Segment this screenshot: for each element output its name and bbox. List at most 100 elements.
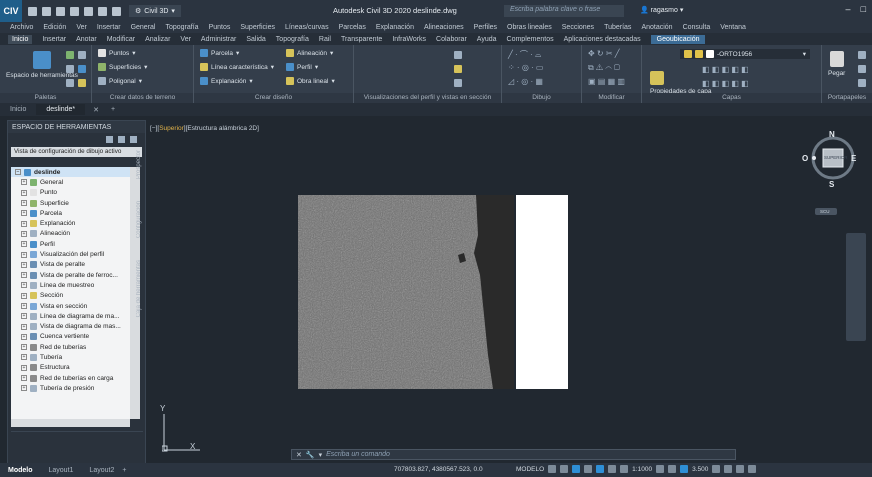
annotation-scale[interactable]: 1:1000 bbox=[632, 466, 652, 473]
expand-icon[interactable]: + bbox=[21, 179, 27, 186]
profile-button[interactable]: Perfil ▾ bbox=[286, 63, 318, 71]
menu-item[interactable]: Obras lineales bbox=[507, 24, 552, 31]
expand-icon[interactable]: + bbox=[21, 323, 27, 330]
new-icon[interactable] bbox=[28, 6, 37, 16]
undo-icon[interactable] bbox=[98, 6, 107, 16]
ribbon-tab[interactable]: Rail bbox=[319, 36, 331, 43]
ribbon-tab[interactable]: Complementos bbox=[507, 36, 554, 43]
grid-icon[interactable] bbox=[548, 465, 557, 473]
superficies-button[interactable]: Superficies ▾ bbox=[98, 63, 147, 71]
app-menu-button[interactable]: CIV bbox=[0, 0, 22, 22]
paste-button[interactable]: Pegar bbox=[828, 51, 845, 77]
fullscreen-icon[interactable] bbox=[736, 465, 745, 473]
menu-item[interactable]: Perfiles bbox=[474, 24, 497, 31]
tree-item[interactable]: + Cuenca vertiente bbox=[11, 332, 130, 342]
layer-tools-row[interactable]: ◧ ◧ ◧ ◧ ◧ bbox=[702, 79, 749, 88]
cut-icon[interactable] bbox=[858, 65, 866, 73]
command-input[interactable]: Escriba un comando bbox=[326, 451, 390, 458]
menu-item[interactable]: Anotación bbox=[641, 24, 672, 31]
close-icon[interactable]: ✕ bbox=[296, 451, 302, 459]
ribbon-tab[interactable]: Analizar bbox=[145, 36, 170, 43]
viewport-controls[interactable]: [−][Superior][Estructura alámbrica 2D] bbox=[150, 125, 259, 132]
tree-item[interactable]: + Visualización del perfil bbox=[11, 249, 130, 259]
menu-item[interactable]: Consulta bbox=[683, 24, 711, 31]
section-view-icon[interactable] bbox=[454, 65, 462, 73]
feature-line-button[interactable]: Línea característica ▾ bbox=[200, 63, 274, 71]
ribbon-tab[interactable]: Ayuda bbox=[477, 36, 497, 43]
draw-tools-row[interactable]: ⁘ · ◎ · ▭ bbox=[508, 63, 543, 72]
navigation-bar[interactable] bbox=[846, 233, 866, 341]
tree-item[interactable]: + Perfil bbox=[11, 239, 130, 249]
ribbon-tab[interactable]: Inicio bbox=[8, 34, 33, 44]
expand-icon[interactable]: + bbox=[21, 241, 27, 248]
menu-item[interactable]: Tuberías bbox=[604, 24, 631, 31]
palette-icon[interactable] bbox=[66, 65, 74, 73]
tree-root[interactable]: − deslinde bbox=[11, 167, 130, 178]
alignment-button[interactable]: Alineación ▾ bbox=[286, 49, 333, 57]
ribbon-tab[interactable]: Aplicaciones destacadas bbox=[564, 36, 641, 43]
menu-item[interactable]: Archivo bbox=[10, 24, 33, 31]
minimize-icon[interactable]: – bbox=[846, 4, 851, 14]
expand-icon[interactable]: + bbox=[21, 251, 27, 258]
viewcube[interactable]: N S E O SUPERIOR bbox=[802, 130, 858, 190]
compass-west[interactable]: O bbox=[802, 154, 808, 163]
expand-icon[interactable]: + bbox=[21, 364, 27, 371]
tree-item[interactable]: + Explanación bbox=[11, 218, 130, 228]
expand-icon[interactable]: + bbox=[21, 385, 27, 392]
menu-item[interactable]: Superficies bbox=[240, 24, 275, 31]
tree-item[interactable]: + Vista de peralte bbox=[11, 260, 130, 270]
tree-item[interactable]: + Sección bbox=[11, 291, 130, 301]
print-icon[interactable] bbox=[84, 6, 93, 16]
snap-icon[interactable] bbox=[560, 465, 569, 473]
layer-tools-row[interactable]: ◧ ◧ ◧ ◧ ◧ bbox=[702, 65, 749, 74]
tree-item[interactable]: + Vista de diagrama de mas... bbox=[11, 321, 130, 331]
expand-icon[interactable]: + bbox=[21, 292, 27, 299]
poligonal-button[interactable]: Poligonal ▾ bbox=[98, 77, 142, 85]
restore-icon[interactable]: □ bbox=[861, 4, 866, 14]
tree-item[interactable]: + Superficie bbox=[11, 198, 130, 208]
ribbon-tab[interactable]: Topografía bbox=[276, 36, 309, 43]
ortho-icon[interactable] bbox=[572, 465, 581, 473]
command-line[interactable]: ✕ 🔧 ▾ Escriba un comando bbox=[291, 449, 736, 460]
plus-icon[interactable] bbox=[668, 465, 677, 473]
ribbon-tab[interactable]: Colaborar bbox=[436, 36, 467, 43]
add-layout-icon[interactable]: + bbox=[122, 467, 126, 474]
expand-icon[interactable]: + bbox=[21, 333, 27, 340]
ribbon-tab[interactable]: Geoubicación bbox=[650, 34, 706, 44]
menu-item[interactable]: General bbox=[131, 24, 156, 31]
expand-icon[interactable]: + bbox=[21, 375, 27, 382]
workspace-selector[interactable]: ⚙ Civil 3D ▾ bbox=[129, 5, 181, 17]
menu-item[interactable]: Edición bbox=[43, 24, 66, 31]
expand-icon[interactable]: + bbox=[21, 282, 27, 289]
polar-icon[interactable] bbox=[584, 465, 593, 473]
grid-icon[interactable] bbox=[118, 135, 125, 143]
menu-item[interactable]: Insertar bbox=[97, 24, 121, 31]
palette-icon[interactable] bbox=[78, 65, 86, 73]
save-icon[interactable] bbox=[56, 6, 65, 16]
menu-item[interactable]: Ver bbox=[76, 24, 87, 31]
ribbon-tab[interactable]: Anotar bbox=[76, 36, 97, 43]
palette-icon[interactable] bbox=[66, 51, 74, 59]
palette-icon[interactable] bbox=[78, 51, 86, 59]
tab-configuracion[interactable]: Configuración bbox=[136, 201, 142, 238]
isolate-icon[interactable] bbox=[712, 465, 721, 473]
modify-tools-row[interactable]: ⧉ ⚠ ⌒ ▢ bbox=[588, 63, 620, 73]
help-icon[interactable] bbox=[130, 135, 137, 143]
ribbon-tab[interactable]: Transparente bbox=[341, 36, 382, 43]
profile-view-icon[interactable] bbox=[454, 51, 462, 59]
expand-icon[interactable]: + bbox=[21, 230, 27, 237]
view-mode-dropdown[interactable]: Vista de configuración de dibujo activo bbox=[11, 147, 142, 157]
draw-tools-row[interactable]: ╱ · ⌒ · ⌓ bbox=[508, 49, 541, 60]
tree-item[interactable]: + Vista de peralte de ferroc... bbox=[11, 270, 130, 280]
expand-icon[interactable]: + bbox=[21, 189, 27, 196]
ribbon-tab[interactable]: Administrar bbox=[201, 36, 236, 43]
ribbon-tab[interactable]: Ver bbox=[180, 36, 191, 43]
ribbon-tab[interactable]: Modificar bbox=[107, 36, 135, 43]
tree-item[interactable]: + Red de tuberías bbox=[11, 342, 130, 352]
elevation-icon[interactable] bbox=[680, 465, 689, 473]
layer-dropdown[interactable]: -ORTO1956 ▾ bbox=[680, 49, 810, 59]
ribbon-tab[interactable]: Salida bbox=[246, 36, 265, 43]
saveas-icon[interactable] bbox=[70, 6, 79, 16]
menu-item[interactable]: Alineaciones bbox=[424, 24, 464, 31]
menu-item[interactable]: Secciones bbox=[562, 24, 594, 31]
